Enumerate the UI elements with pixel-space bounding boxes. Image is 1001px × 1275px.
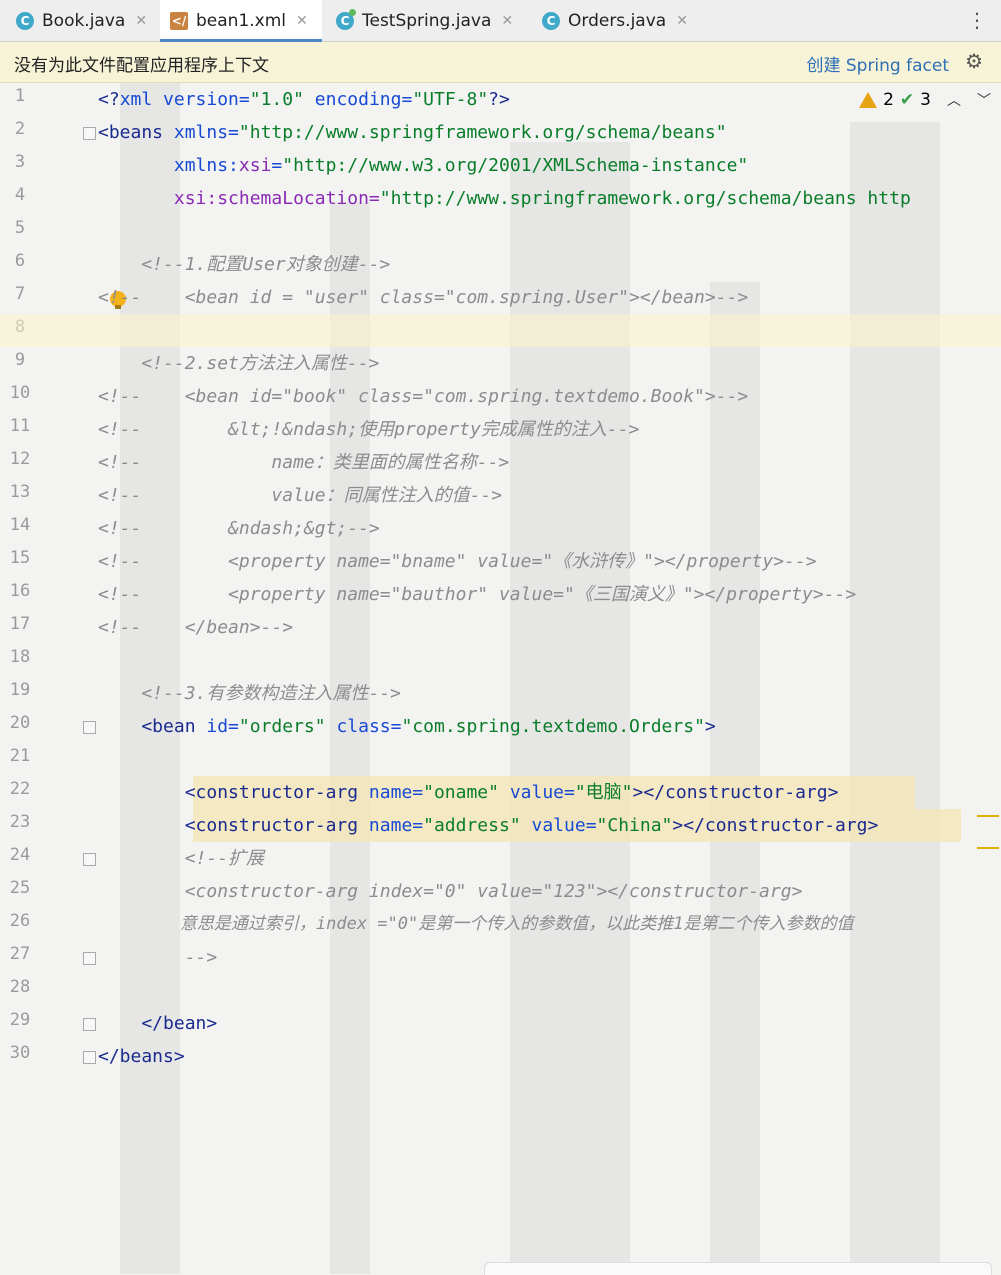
check-count: 3: [920, 90, 931, 110]
code-line: </beans>: [98, 1046, 185, 1067]
warning-count: 2: [883, 90, 894, 110]
inspection-widget[interactable]: 2 ✔ 3 ︿ ﹀: [859, 90, 991, 110]
tab-label: Book.java: [42, 10, 126, 31]
code-line: <!-- name：类里面的属性名称-->: [98, 452, 510, 473]
tab-label: bean1.xml: [196, 10, 287, 31]
code-editor[interactable]: <?xml version="1.0" encoding="UTF-8"?> <…: [0, 82, 1001, 1274]
warning-icon: [859, 92, 878, 108]
tab-label: TestSpring.java: [362, 10, 492, 31]
fold-marker-icon[interactable]: [83, 1051, 96, 1064]
check-icon: ✔: [899, 90, 915, 110]
tab-label: Orders.java: [568, 10, 667, 31]
close-icon[interactable]: ✕: [135, 13, 147, 29]
tab-bean1-xml[interactable]: </ bean1.xml ✕: [160, 0, 322, 42]
banner-message: 没有为此文件配置应用程序上下文: [14, 56, 269, 76]
tab-testspring-java[interactable]: C TestSpring.java ✕: [336, 0, 526, 41]
java-test-class-icon: C: [336, 8, 356, 30]
code-line: <!-- <bean id = "user" class="com.spring…: [98, 287, 749, 308]
error-stripe-mark[interactable]: [977, 847, 999, 849]
code-line: xsi:schemaLocation="http://www.springfra…: [98, 188, 911, 209]
chevron-up-icon[interactable]: ︿: [947, 90, 961, 110]
xml-file-icon: </: [170, 11, 188, 30]
close-icon[interactable]: ✕: [676, 13, 688, 29]
fold-marker-icon[interactable]: [83, 1018, 96, 1031]
code-line: <!-- &ndash;&gt;-->: [98, 518, 380, 539]
code-line: 意思是通过索引，index ="0"是第一个传入的参数值，以此类推1是第二个传入…: [98, 914, 854, 934]
code-line: </bean>: [98, 1013, 218, 1034]
code-line: <?xml version="1.0" encoding="UTF-8"?>: [98, 89, 510, 110]
code-line: <!-- value：同属性注入的值-->: [98, 485, 503, 506]
horizontal-scrollbar[interactable]: [484, 1262, 992, 1275]
code-line: <!-- </bean>-->: [98, 617, 294, 638]
code-line: -->: [98, 947, 218, 968]
close-icon[interactable]: ✕: [501, 13, 513, 29]
fold-marker-icon[interactable]: [83, 721, 96, 734]
code-line: <bean id="orders" class="com.spring.text…: [98, 716, 716, 737]
code-line: <beans xmlns="http://www.springframework…: [98, 122, 727, 143]
more-options-icon[interactable]: ⋮: [967, 8, 987, 32]
code-line: <!--3.有参数构造注入属性-->: [98, 683, 401, 704]
tab-orders-java[interactable]: C Orders.java ✕: [542, 0, 702, 41]
create-spring-facet-link[interactable]: 创建 Spring facet: [806, 51, 949, 76]
fold-marker-icon[interactable]: [83, 127, 96, 140]
code-line: <!--扩展: [98, 848, 265, 869]
java-class-icon: C: [542, 11, 560, 30]
chevron-down-icon[interactable]: ﹀: [977, 90, 991, 110]
current-line-highlight: [0, 314, 1001, 347]
code-line: <!-- &lt;!&ndash;使用property完成属性的注入-->: [98, 419, 640, 440]
gear-icon[interactable]: ⚙: [965, 49, 983, 73]
fold-marker-icon[interactable]: [83, 952, 96, 965]
code-line: <!--1.配置User对象创建-->: [98, 254, 391, 275]
fold-marker-icon[interactable]: [83, 853, 96, 866]
code-line: <!--2.set方法注入属性-->: [98, 353, 380, 374]
tab-book-java[interactable]: C Book.java ✕: [16, 0, 156, 41]
code-line: <constructor-arg index="0" value="123"><…: [98, 881, 803, 902]
java-class-icon: C: [16, 11, 34, 30]
context-banner: 没有为此文件配置应用程序上下文 创建 Spring facet ⚙: [0, 42, 1001, 83]
code-line: <constructor-arg name="oname" value="电脑"…: [98, 782, 839, 803]
code-line: <!-- <property name="bname" value="《水浒传》…: [98, 551, 817, 572]
close-icon[interactable]: ✕: [296, 13, 308, 29]
code-line: xmlns:xsi="http://www.w3.org/2001/XMLSch…: [98, 155, 749, 176]
code-line: <!-- <property name="bauthor" value="《三国…: [98, 584, 857, 605]
error-stripe-mark[interactable]: [977, 815, 999, 817]
code-line: <constructor-arg name="address" value="C…: [98, 815, 879, 836]
editor-tab-bar: C Book.java ✕ </ bean1.xml ✕ C TestSprin…: [0, 0, 1001, 42]
code-line: <!-- <bean id="book" class="com.spring.t…: [98, 386, 749, 407]
